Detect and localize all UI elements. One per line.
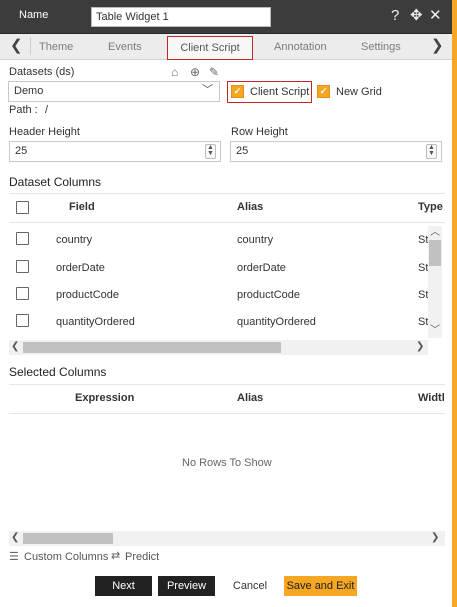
tab-divider [30,37,31,55]
tab-scroll-left-icon[interactable]: ❮ [10,37,23,55]
scrollbar-thumb[interactable] [23,342,281,353]
type-cell: St [418,234,429,246]
horizontal-scrollbar[interactable] [9,531,445,546]
type-cell: St [418,289,429,301]
list-icon: ☰ [9,551,19,563]
selected-columns-title: Selected Columns [9,365,107,379]
cancel-button[interactable]: Cancel [222,576,278,596]
close-icon[interactable]: ✕ [429,8,442,23]
column-header-type[interactable]: Type [418,201,443,213]
row-checkbox[interactable] [16,314,29,327]
question-mark-icon[interactable]: ? [391,8,399,23]
scroll-left-icon[interactable]: ❮ [11,532,19,544]
path-value: / [45,104,49,116]
field-cell: country [56,234,93,246]
next-button[interactable]: Next [95,576,152,596]
header-height-value: 25 [15,145,28,157]
home-icon[interactable]: ⌂ [171,66,178,78]
header-height-label: Header Height [9,126,80,138]
scroll-up-icon[interactable]: ︿ [430,227,440,239]
divider [9,193,445,194]
widget-name-input[interactable]: Table Widget 1 [91,7,271,27]
path-label: Path : [9,104,38,116]
column-header-expression[interactable]: Expression [75,392,134,404]
spinner-icon[interactable]: ▲ ▼ [205,144,216,159]
name-label: Name [19,9,49,21]
tab-client-script[interactable]: Client Script [167,36,253,60]
swap-arrows-icon: ⇄ [111,550,121,562]
vertical-scrollbar[interactable] [428,226,442,338]
row-checkbox[interactable] [16,232,29,245]
datasets-label: Datasets (ds) [9,66,75,78]
scrollbar-thumb[interactable] [23,533,113,544]
column-header-alias[interactable]: Alias [237,392,263,404]
alias-cell: productCode [237,289,300,301]
save-and-exit-button[interactable]: Save and Exit [284,576,357,596]
new-grid-checkbox[interactable]: ✓ [317,85,330,98]
alias-cell: country [237,234,274,246]
row-height-value: 25 [236,145,249,157]
dataset-select[interactable]: Demo ﹀ [8,81,220,102]
tab-events[interactable]: Events [108,41,142,53]
row-height-label: Row Height [231,126,288,138]
new-grid-label: New Grid [336,86,382,98]
divider [9,384,445,385]
empty-grid-message: No Rows To Show [182,457,272,469]
scroll-down-icon[interactable]: ﹀ [430,325,440,337]
row-height-input[interactable]: 25 ▲ ▼ [230,141,442,162]
select-all-checkbox[interactable] [16,201,29,214]
column-header-alias[interactable]: Alias [237,201,263,213]
field-cell: productCode [56,289,119,301]
chevron-down-icon: ﹀ [202,84,213,96]
client-script-label: Client Script [250,86,310,98]
scrollbar-thumb[interactable] [429,240,441,266]
scroll-right-icon[interactable]: ❯ [431,532,439,544]
tab-theme[interactable]: Theme [39,41,73,53]
custom-columns-link[interactable]: Custom Columns [24,551,108,563]
add-circle-icon[interactable]: ⊕ [190,66,200,78]
horizontal-scrollbar[interactable] [9,340,428,355]
dataset-columns-title: Dataset Columns [9,175,102,189]
alias-cell: quantityOrdered [237,316,316,328]
move-arrows-icon[interactable]: ✥ [410,8,423,23]
panel-edge-accent [452,0,457,607]
preview-button[interactable]: Preview [158,576,215,596]
selected-columns-body [9,414,445,530]
row-checkbox[interactable] [16,260,29,273]
dataset-select-value: Demo [14,85,44,97]
field-cell: orderDate [56,262,105,274]
predict-link[interactable]: Predict [125,551,159,563]
edit-icon[interactable]: ✎ [209,66,219,78]
field-cell: quantityOrdered [56,316,135,328]
column-header-field[interactable]: Field [69,201,95,213]
tab-annotation[interactable]: Annotation [274,41,327,53]
type-cell: St [418,316,429,328]
scroll-left-icon[interactable]: ❮ [11,341,19,353]
type-cell: St [418,262,429,274]
header-height-input[interactable]: 25 ▲ ▼ [9,141,221,162]
client-script-checkbox[interactable]: ✓ [231,85,244,98]
tab-scroll-right-icon[interactable]: ❯ [431,37,444,55]
alias-cell: orderDate [237,262,286,274]
divider [9,222,445,223]
column-header-width[interactable]: Widtl [418,392,445,404]
scroll-right-icon[interactable]: ❯ [416,341,424,353]
row-checkbox[interactable] [16,287,29,300]
tab-settings[interactable]: Settings [361,41,401,53]
spinner-icon[interactable]: ▲ ▼ [426,144,437,159]
